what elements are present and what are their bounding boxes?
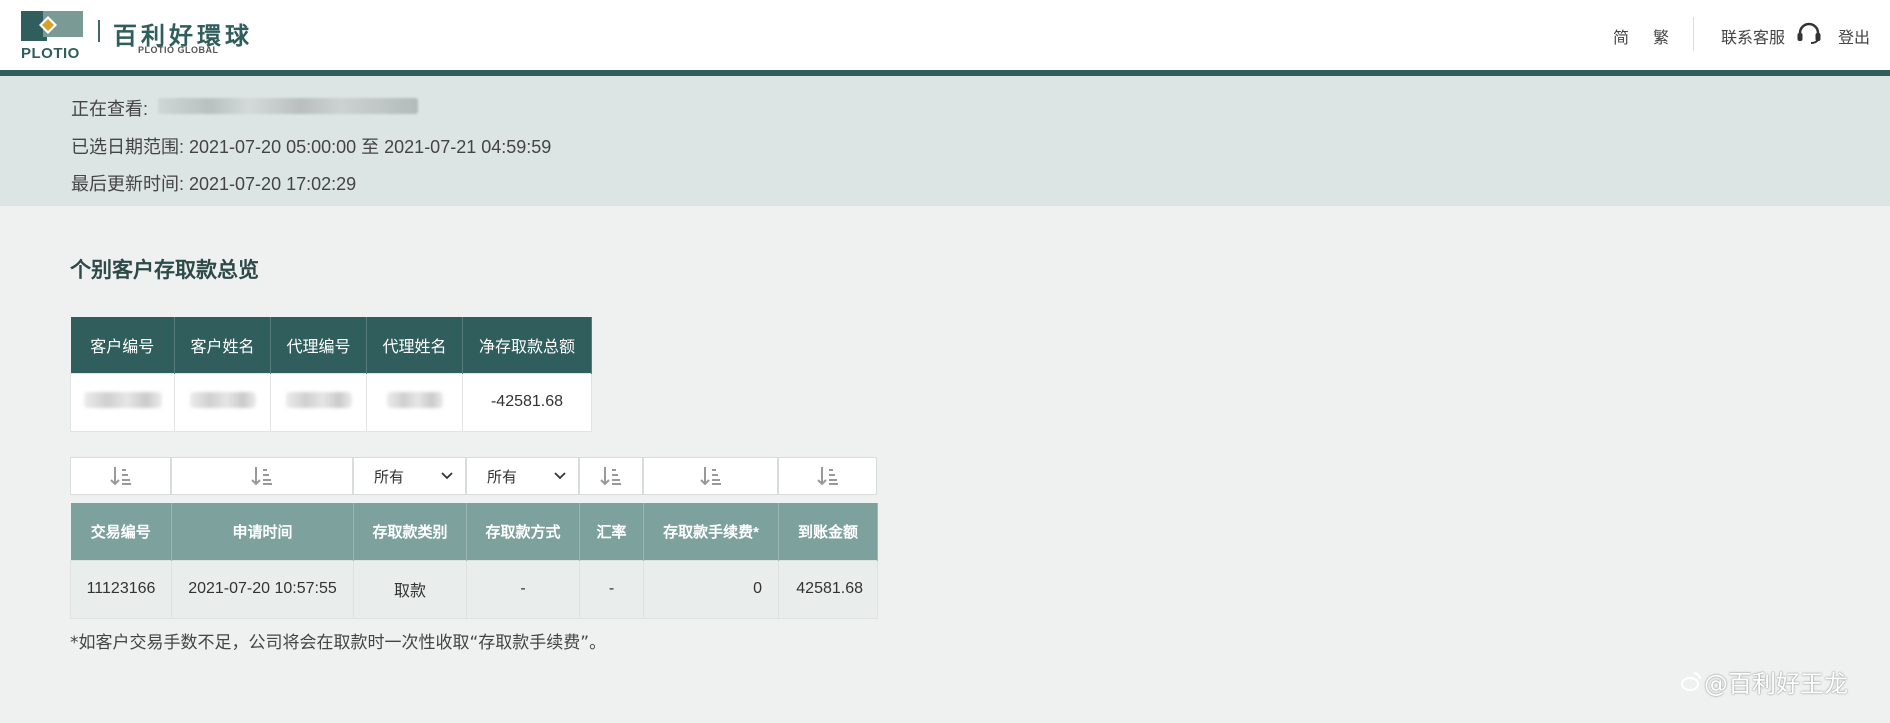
method-cell: - bbox=[466, 559, 580, 619]
headset-icon[interactable] bbox=[1796, 22, 1822, 44]
column-header: 存取款方式 bbox=[466, 503, 580, 560]
select-display: 所有 bbox=[467, 458, 578, 494]
sort-button[interactable] bbox=[70, 457, 171, 495]
transactions-table: 交易编号 申请时间 存取款类别 存取款方式 汇率 存取款手续费* 到账金额 11… bbox=[70, 503, 878, 619]
plotio-logo[interactable]: PLOTIO bbox=[21, 11, 85, 62]
sort-icon bbox=[251, 467, 272, 486]
rate-cell: - bbox=[579, 559, 644, 619]
last-updated-text: 最后更新时间: 2021-07-20 17:02:29 bbox=[71, 174, 357, 194]
request-time-cell: 2021-07-20 10:57:55 bbox=[171, 559, 354, 619]
amount-cell: 42581.68 bbox=[778, 559, 878, 619]
column-header: 申请时间 bbox=[171, 503, 354, 560]
column-header: 到账金额 bbox=[778, 503, 878, 560]
sort-button[interactable] bbox=[171, 457, 353, 495]
redacted-cell bbox=[366, 372, 463, 432]
fee-footnote: *如客户交易手数不足，公司将会在取款时一次性收取“存取款手续费”。 bbox=[70, 633, 607, 653]
weibo-icon bbox=[1681, 672, 1701, 691]
redacted-cell bbox=[270, 372, 367, 432]
viewing-label: 正在查看: bbox=[71, 99, 149, 119]
redacted-client-name bbox=[158, 98, 418, 114]
transaction-id-cell: 11123166 bbox=[70, 559, 172, 619]
select-value: 所有 bbox=[374, 468, 405, 486]
method-filter-select[interactable]: 所有 bbox=[466, 457, 579, 495]
filter-row: 所有 所有 bbox=[70, 457, 877, 495]
sort-button[interactable] bbox=[579, 457, 643, 495]
sort-icon bbox=[699, 467, 721, 486]
lang-traditional-button[interactable]: 繁 bbox=[1653, 24, 1669, 48]
type-cell: 取款 bbox=[353, 559, 467, 619]
section-title: 个别客户存取款总览 bbox=[70, 258, 259, 282]
watermark-text: @百利好王龙 bbox=[1704, 670, 1848, 698]
fee-cell: 0 bbox=[643, 559, 779, 619]
plotio-logo-icon bbox=[21, 11, 83, 41]
logout-link[interactable]: 登出 bbox=[1838, 24, 1870, 48]
column-header: 净存取款总额 bbox=[462, 317, 592, 373]
lang-simplified-button[interactable]: 简 bbox=[1613, 24, 1629, 48]
logo-text: PLOTIO bbox=[21, 45, 80, 62]
nav-divider bbox=[1693, 17, 1694, 51]
redacted-cell bbox=[174, 372, 271, 432]
chevron-down-icon bbox=[441, 472, 453, 480]
net-total-cell: -42581.68 bbox=[462, 372, 592, 432]
table-row: -42581.68 bbox=[70, 372, 592, 432]
column-header: 客户编号 bbox=[70, 317, 175, 373]
column-header: 汇率 bbox=[579, 503, 644, 560]
column-header: 代理编号 bbox=[270, 317, 367, 373]
sort-icon bbox=[109, 467, 131, 486]
column-header: 代理姓名 bbox=[366, 317, 463, 373]
client-summary-table: 客户编号 客户姓名 代理编号 代理姓名 净存取款总额 -42581.68 bbox=[70, 317, 592, 432]
table-header-row: 客户编号 客户姓名 代理编号 代理姓名 净存取款总额 bbox=[70, 317, 592, 373]
sort-button[interactable] bbox=[778, 457, 877, 495]
logo-divider bbox=[98, 20, 100, 42]
sort-icon bbox=[600, 467, 621, 486]
top-header: PLOTIO 百利好環球 PLOTIO GLOBAL 简 繁 联系客服 登出 bbox=[0, 0, 1890, 76]
chevron-down-icon bbox=[554, 472, 566, 480]
sort-button[interactable] bbox=[643, 457, 778, 495]
contact-support-link[interactable]: 联系客服 bbox=[1721, 24, 1785, 48]
type-filter-select[interactable]: 所有 bbox=[353, 457, 466, 495]
column-header: 客户姓名 bbox=[174, 317, 271, 373]
table-row: 11123166 2021-07-20 10:57:55 取款 - - 0 42… bbox=[70, 559, 878, 619]
column-header: 存取款类别 bbox=[353, 503, 467, 560]
brand-name-en: PLOTIO GLOBAL bbox=[138, 45, 219, 55]
redacted-cell bbox=[70, 372, 175, 432]
column-header: 交易编号 bbox=[70, 503, 172, 560]
column-header: 存取款手续费* bbox=[643, 503, 779, 560]
table-header-row: 交易编号 申请时间 存取款类别 存取款方式 汇率 存取款手续费* 到账金额 bbox=[70, 503, 878, 560]
sort-icon bbox=[816, 467, 838, 486]
date-range-text: 已选日期范围: 2021-07-20 05:00:00 至 2021-07-21… bbox=[71, 137, 552, 157]
select-display: 所有 bbox=[354, 458, 465, 494]
select-value: 所有 bbox=[487, 468, 518, 486]
